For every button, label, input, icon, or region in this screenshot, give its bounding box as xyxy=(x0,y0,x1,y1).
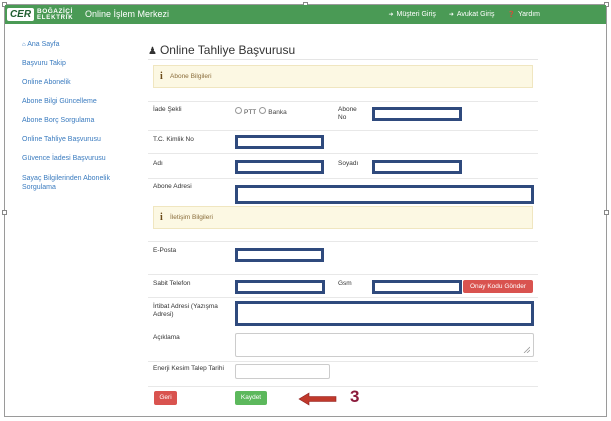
info-icon: i xyxy=(160,212,163,223)
row-divider xyxy=(148,101,538,102)
eposta-input[interactable] xyxy=(235,248,324,262)
row-divider xyxy=(148,153,538,154)
home-icon: ⌂ xyxy=(22,42,26,48)
radio-ptt-label: PTT xyxy=(244,109,257,116)
nav-link-label: Müşteri Giriş xyxy=(396,11,436,18)
nav-link-yardim[interactable]: ❓ Yardım xyxy=(507,10,540,20)
question-circle-icon: ❓ xyxy=(507,12,515,18)
sidebar-item-label: Ana Sayfa xyxy=(27,41,60,48)
row-divider xyxy=(148,361,538,362)
sidebar-item-online-tahliye-basvurusu[interactable]: Online Tahliye Başvurusu xyxy=(22,135,137,144)
user-icon: ♟ xyxy=(148,46,157,57)
eposta-label: E-Posta xyxy=(153,247,177,254)
adi-label: Adı xyxy=(153,160,163,167)
abone-no-label: Abone No xyxy=(338,106,357,121)
sabit-telefon-input[interactable] xyxy=(235,280,325,294)
top-navbar: CER BOĞAZİÇİ ELEKTRİK Online İşlem Merke… xyxy=(5,5,606,24)
sidebar-item-guvence-iadesi-basvurusu[interactable]: Güvence İadesi Başvurusu xyxy=(22,154,137,163)
radio-banka-button[interactable] xyxy=(259,107,267,114)
enerji-kesim-talep-tarihi-label: Enerji Kesim Talep Tarihi xyxy=(153,365,224,372)
row-divider xyxy=(148,386,538,387)
nav-link-musteri-giris[interactable]: ➜ Müşteri Giriş xyxy=(389,10,436,20)
logo-text-line1: BOĞAZİÇİ xyxy=(37,8,73,15)
tc-kimlik-no-input[interactable] xyxy=(235,135,324,149)
tc-kimlik-no-label: T.C. Kimlik No xyxy=(153,136,194,143)
nav-link-label: Yardım xyxy=(517,11,540,18)
row-divider xyxy=(148,297,538,298)
adi-input[interactable] xyxy=(235,160,324,174)
geri-button[interactable]: Geri xyxy=(154,391,177,405)
nav-links: ➜ Müşteri Giriş ➜ Avukat Giriş ❓ Yardım xyxy=(389,10,540,20)
onay-kodu-gonder-button[interactable]: Onay Kodu Gönder xyxy=(463,280,533,293)
row-divider xyxy=(148,130,538,131)
nav-link-avukat-giris[interactable]: ➜ Avukat Giriş xyxy=(449,10,495,20)
info-icon: i xyxy=(160,71,163,82)
kaydet-button[interactable]: Kaydet xyxy=(235,391,267,405)
radio-ptt-button[interactable] xyxy=(235,107,242,114)
sidebar-item-abone-bilgi-guncelleme[interactable]: Abone Bilgi Güncelleme xyxy=(22,97,137,106)
gsm-input[interactable] xyxy=(372,280,462,294)
soyadi-input[interactable] xyxy=(372,160,462,174)
irtibat-adresi-label: İrtibat Adresi (Yazışma Adresi) xyxy=(153,303,218,318)
sabit-telefon-label: Sabit Telefon xyxy=(153,280,191,287)
sign-in-icon: ➜ xyxy=(388,12,394,18)
soyadi-label: Soyadı xyxy=(338,160,359,167)
gsm-label: Gsm xyxy=(338,280,352,287)
resize-handle-right[interactable] xyxy=(604,210,609,215)
page-title: ♟ Online Tahliye Başvurusu xyxy=(148,43,295,59)
enerji-kesim-talep-tarihi-input[interactable] xyxy=(235,364,330,379)
annotation-arrow-icon xyxy=(298,392,337,406)
radio-banka-label: Banka xyxy=(268,109,287,116)
nav-link-label: Avukat Giriş xyxy=(456,11,495,18)
row-divider xyxy=(148,274,538,275)
iade-sekli-radio-group: PTT Banka xyxy=(235,107,287,116)
abone-adresi-input[interactable] xyxy=(235,185,534,204)
page-title-text: Online Tahliye Başvurusu xyxy=(159,43,296,57)
logo-badge: CER xyxy=(7,8,34,21)
section-abone-bilgileri: i Abone Bilgileri xyxy=(153,65,533,88)
aciklama-textarea[interactable] xyxy=(235,333,534,357)
row-divider xyxy=(148,241,538,242)
section-title: Abone Bilgileri xyxy=(170,73,212,80)
annotation-step-number: 3 xyxy=(350,387,360,406)
row-divider xyxy=(148,178,538,179)
radio-banka[interactable]: Banka xyxy=(259,107,287,116)
section-iletisim-bilgileri: i İletişim Bilgileri xyxy=(153,206,533,229)
company-logo[interactable]: CER BOĞAZİÇİ ELEKTRİK xyxy=(7,7,79,22)
textarea-resize-grip-icon[interactable] xyxy=(523,346,530,353)
iade-sekli-label: İade Şekli xyxy=(153,106,182,113)
sidebar-item-ana-sayfa[interactable]: ⌂ Ana Sayfa xyxy=(22,40,137,50)
resize-handle-left[interactable] xyxy=(2,210,7,215)
aciklama-label: Açıklama xyxy=(153,334,180,341)
section-title: İletişim Bilgileri xyxy=(170,214,213,221)
sign-in-icon: ➜ xyxy=(448,12,454,18)
abone-no-input[interactable] xyxy=(372,107,462,121)
title-divider xyxy=(148,59,538,60)
radio-ptt[interactable]: PTT xyxy=(235,107,256,116)
sidebar-item-online-abonelik[interactable]: Online Abonelik xyxy=(22,78,137,87)
brand-title[interactable]: Online İşlem Merkezi xyxy=(85,9,169,20)
abone-adresi-label: Abone Adresi xyxy=(153,183,192,190)
sidebar-item-sayac-bilgilerinden-abonelik-sorgulama[interactable]: Sayaç Bilgilerinden Abonelik Sorgulama xyxy=(22,174,137,192)
logo-text-line2: ELEKTRİK xyxy=(37,15,74,21)
sidebar-item-abone-borc-sorgulama[interactable]: Abone Borç Sorgulama xyxy=(22,116,137,125)
irtibat-adresi-input[interactable] xyxy=(235,301,534,326)
sidebar-item-basvuru-takip[interactable]: Başvuru Takip xyxy=(22,59,137,68)
